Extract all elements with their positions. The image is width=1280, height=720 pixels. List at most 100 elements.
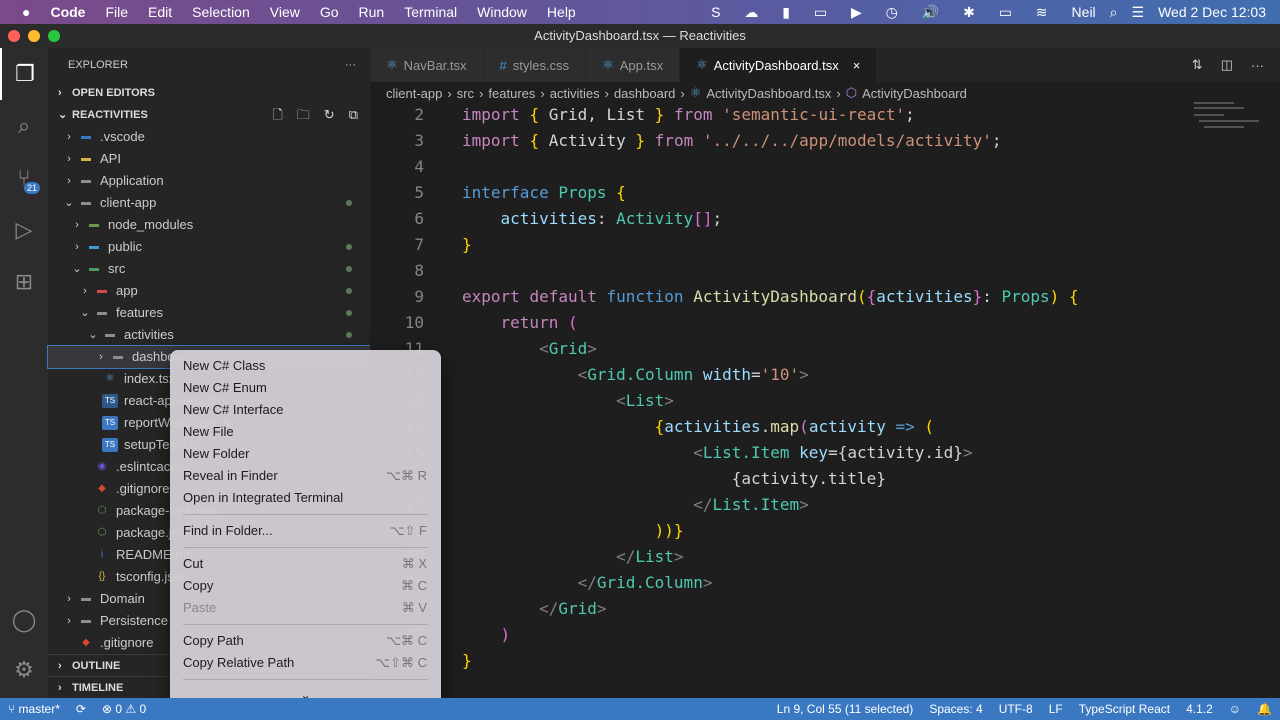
menu-item-copy[interactable]: Copy ⌘ C [170,575,441,597]
breadcrumb-item[interactable]: activities [550,86,600,101]
tree-item[interactable]: ⌄ ▬ features [48,302,370,324]
branch-indicator[interactable]: ⑂ master* [0,702,68,716]
breadcrumb-item[interactable]: dashboard [614,86,675,101]
explorer-icon[interactable]: ❐ [0,48,48,100]
tab-activitydashboard-tsx[interactable]: ⚛ ActivityDashboard.tsx × [680,48,878,82]
menu-item-new-folder[interactable]: New Folder [170,443,441,465]
menu-terminal[interactable]: Terminal [394,4,467,20]
menu-code[interactable]: Code [40,4,95,20]
line-ending[interactable]: LF [1041,702,1071,716]
new-file-icon[interactable]: 🗋 [272,104,282,126]
feedback-icon[interactable]: ☺ [1221,702,1249,716]
code-line: 18 ))} [370,518,1280,544]
account-icon[interactable]: ◯ [0,594,48,646]
notifications-icon[interactable]: 🔔 [1249,702,1280,716]
menu-item-label: Copy [183,578,214,593]
breadcrumb-item[interactable]: src [457,86,474,101]
tree-item-label: Persistence [100,613,168,628]
tab-styles-css[interactable]: # styles.css [483,48,587,82]
extensions-icon[interactable]: ⊞ [0,256,48,308]
code-text: } [452,648,472,674]
more-actions-icon[interactable]: ··· [345,59,356,71]
language-mode[interactable]: TypeScript React [1071,702,1178,716]
close-tab-icon[interactable]: × [853,58,861,73]
code-token: Grid [548,339,588,358]
menu-window[interactable]: Window [467,4,537,20]
open-changes-icon[interactable]: ⇅ [1192,57,1203,73]
code-token: Activity [548,131,636,150]
tree-item[interactable]: › ▬ API [48,148,370,170]
folder-icon: ▬ [81,175,91,186]
menu-item-new-file[interactable]: New File [170,421,441,443]
menu-item-new-c-enum[interactable]: New C# Enum [170,377,441,399]
menu-item-cut[interactable]: Cut ⌘ X [170,553,441,575]
minimize-window-button[interactable] [28,30,40,42]
tab-app-tsx[interactable]: ⚛ App.tsx [586,48,681,82]
breadcrumb-item[interactable]: ActivityDashboard.tsx [706,86,831,101]
tree-item[interactable]: › ▬ Application [48,170,370,192]
tree-item[interactable]: › ▬ public [48,236,370,258]
problems-indicator[interactable]: ⊗ 0 ⚠ 0 [94,702,154,716]
breadcrumb-item[interactable]: ActivityDashboard [862,86,967,101]
code-token: > [702,573,713,592]
code-line: 19 </List> [370,544,1280,570]
sync-icon[interactable]: ⟳ [68,702,94,716]
cursor-position[interactable]: Ln 9, Col 55 (11 selected) [769,702,922,716]
modified-dot [346,244,352,250]
refresh-icon[interactable]: ↻ [324,104,335,126]
code-token: ( [856,287,867,306]
tree-item[interactable]: › ▬ app [48,280,370,302]
search-icon[interactable]: ⌕ [0,100,48,152]
menu-run[interactable]: Run [349,4,395,20]
new-folder-icon[interactable]: 🗀 [297,104,310,126]
menu-item-find-in-folder[interactable]: Find in Folder... ⌥⇧ F [170,520,441,542]
user-name[interactable]: Neil [1072,4,1096,20]
source-control-icon[interactable]: ⑂ 21 [0,152,48,204]
control-center-icon[interactable]: ☰ [1132,4,1145,21]
code-editor[interactable]: 2 import { Grid, List } from 'semantic-ui… [370,102,1280,674]
encoding[interactable]: UTF-8 [991,702,1041,716]
tree-item[interactable]: › ▬ .vscode [48,126,370,148]
apple-menu-icon[interactable]: ● [0,4,40,20]
tree-item-label: activities [124,327,174,342]
code-line: 22 ) [370,622,1280,648]
tree-item[interactable]: ⌄ ▬ activities [48,324,370,346]
menu-item-new-c-interface[interactable]: New C# Interface [170,399,441,421]
tab-label: App.tsx [619,57,664,73]
menu-help[interactable]: Help [537,4,586,20]
breadcrumb-item[interactable]: client-app [386,86,442,101]
menu-item-open-in-integrated-terminal[interactable]: Open in Integrated Terminal [170,487,441,509]
split-editor-icon[interactable]: ◫ [1221,57,1233,73]
chevron-icon: › [99,351,103,363]
menu-file[interactable]: File [95,4,138,20]
breadcrumb-item[interactable]: features [488,86,535,101]
zoom-window-button[interactable] [48,30,60,42]
indentation[interactable]: Spaces: 4 [921,702,990,716]
menu-item-shortcut: ⌘ V [401,600,427,615]
close-window-button[interactable] [8,30,20,42]
more-actions-icon[interactable]: ··· [1251,58,1264,73]
menu-item-reveal-in-finder[interactable]: Reveal in Finder ⌥⌘ R [170,465,441,487]
spotlight-icon[interactable]: ⌕ [1110,4,1118,21]
minimap[interactable] [1194,102,1264,152]
menu-edit[interactable]: Edit [138,4,182,20]
code-token: => [895,417,925,436]
collapse-all-icon[interactable]: ⧉ [349,104,358,126]
tree-item[interactable]: ⌄ ▬ src [48,258,370,280]
project-section[interactable]: ⌄ REACTIVITIES 🗋 🗀 ↻ ⧉ [48,104,370,126]
menu-go[interactable]: Go [310,4,349,20]
menu-item-copy-relative-path[interactable]: Copy Relative Path ⌥⇧⌘ C [170,652,441,674]
code-text: <List> [452,388,674,414]
run-debug-icon[interactable]: ▷ [0,204,48,256]
tree-item[interactable]: › ▬ node_modules [48,214,370,236]
settings-gear-icon[interactable]: ⚙ [0,644,48,696]
menu-selection[interactable]: Selection [182,4,260,20]
tab-navbar-tsx[interactable]: ⚛ NavBar.tsx [370,48,484,82]
ts-version[interactable]: 4.1.2 [1178,702,1221,716]
tree-item[interactable]: ⌄ ▬ client-app [48,192,370,214]
menu-item-copy-path[interactable]: Copy Path ⌥⌘ C [170,630,441,652]
open-editors-section[interactable]: › OPEN EDITORS [48,82,370,104]
menu-view[interactable]: View [260,4,310,20]
menu-item-new-c-class[interactable]: New C# Class [170,355,441,377]
datetime[interactable]: Wed 2 Dec 12:03 [1158,4,1266,20]
